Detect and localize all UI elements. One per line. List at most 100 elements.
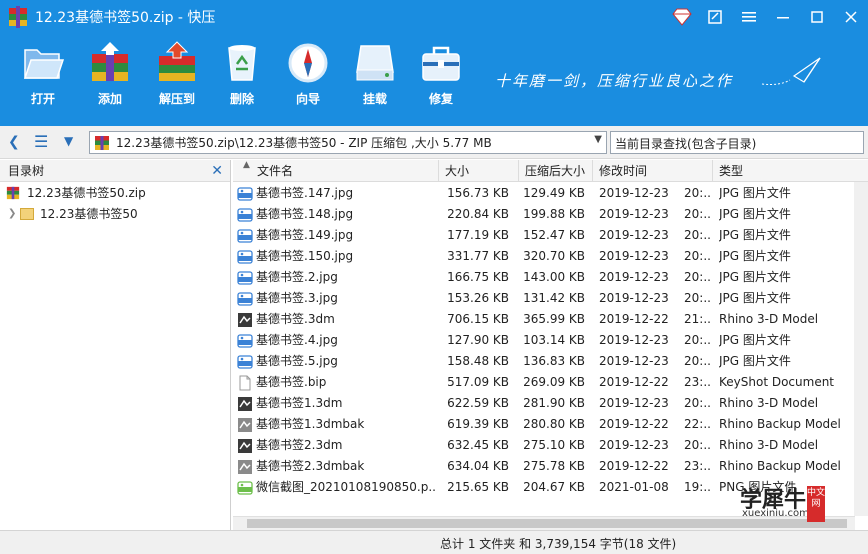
file-modified: 2019-12-23 20:... <box>599 393 711 414</box>
png-file-icon <box>237 480 256 496</box>
file-time: 20:... <box>684 270 711 284</box>
file-name-cell: 基德书签2.3dm <box>237 435 437 456</box>
wizard-button[interactable]: 向导 <box>277 40 339 107</box>
view-dropdown-icon[interactable]: ▼ <box>64 134 73 148</box>
file-name-cell: 基德书签.3.jpg <box>237 288 437 309</box>
scrollbar-thumb[interactable] <box>247 519 847 528</box>
window-title: 12.23基德书签50.zip - 快压 <box>35 10 216 26</box>
jpg-file-icon <box>237 249 256 265</box>
file-size: 634.04 KB <box>447 459 509 473</box>
file-name: 基德书签.150.jpg <box>256 249 354 263</box>
table-row[interactable]: 基德书签.148.jpg 220.84 KB 199.88 KB 2019-12-23… <box>233 204 868 225</box>
file-rows: 基德书签.147.jpg 156.73 KB 129.49 KB 2019-12-23… <box>233 183 868 498</box>
file-name: 基德书签.3.jpg <box>256 291 338 305</box>
file-size: 517.09 KB <box>447 375 509 389</box>
file-compressed-size: 152.47 KB <box>523 228 585 242</box>
path-text: 12.23基德书签50.zip\12.23基德书签50 - ZIP 压缩包 ,大… <box>116 136 492 150</box>
close-button[interactable] <box>834 0 868 34</box>
file-modified: 2019-12-23 20:... <box>599 225 711 246</box>
path-dropdown-icon[interactable]: ▼ <box>594 134 602 145</box>
file-time: 23:... <box>684 459 711 473</box>
path-field[interactable]: 12.23基德书签50.zip\12.23基德书签50 - ZIP 压缩包 ,大… <box>89 131 607 154</box>
file-name-cell: 基德书签.bip <box>237 372 437 393</box>
file-type: Rhino Backup Model <box>719 417 841 431</box>
file-time: 20:... <box>684 249 711 263</box>
archive-add-icon <box>92 42 128 81</box>
table-row[interactable]: 基德书签.bip 517.09 KB 269.09 KB 2019-12-22 23:… <box>233 372 868 393</box>
folder-open-icon <box>23 49 65 79</box>
file-time: 20:... <box>684 228 711 242</box>
tree-item-folder[interactable]: ❯ 12.23基德书签50 <box>0 203 230 224</box>
file-modified: 2019-12-23 20:... <box>599 330 711 351</box>
file-time: 20:... <box>684 186 711 200</box>
file-date: 2019-12-23 <box>599 270 669 284</box>
file-name: 基德书签.147.jpg <box>256 186 354 200</box>
file-type: JPG 图片文件 <box>719 207 791 221</box>
file-type: Rhino Backup Model <box>719 459 841 473</box>
search-input[interactable]: 当前目录查找(包含子目录) <box>610 131 864 154</box>
file-time: 20:... <box>684 354 711 368</box>
view-list-icon[interactable]: ☰ <box>34 132 48 151</box>
table-row[interactable]: 基德书签.147.jpg 156.73 KB 129.49 KB 2019-12-23… <box>233 183 868 204</box>
column-name[interactable]: 文件名 <box>233 160 439 182</box>
column-type[interactable]: 类型 <box>713 160 868 182</box>
vertical-scrollbar[interactable] <box>854 182 868 516</box>
table-row[interactable]: 基德书签.150.jpg 331.77 KB 320.70 KB 2019-12-23… <box>233 246 868 267</box>
minimize-button[interactable] <box>766 0 800 34</box>
file-time: 20:... <box>684 396 711 410</box>
delete-button[interactable]: 删除 <box>211 40 273 107</box>
table-row[interactable]: 基德书签.5.jpg 158.48 KB 136.83 KB 2019-12-23 2… <box>233 351 868 372</box>
file-name-cell: 基德书签1.3dm <box>237 393 437 414</box>
repair-button[interactable]: 修复 <box>410 40 472 107</box>
directory-tree-panel: 目录树 ✕ 12.23基德书签50.zip ❯ 12.23基德书签50 <box>0 160 231 530</box>
file-size: 156.73 KB <box>447 186 509 200</box>
maximize-button[interactable] <box>800 0 834 34</box>
file-date: 2019-12-23 <box>599 207 669 221</box>
open-button[interactable]: 打开 <box>12 40 74 107</box>
table-row[interactable]: 基德书签1.3dm 622.59 KB 281.90 KB 2019-12-23 20… <box>233 393 868 414</box>
vip-diamond-icon[interactable] <box>666 0 698 34</box>
file-date: 2019-12-23 <box>599 186 669 200</box>
file-modified: 2019-12-22 22:... <box>599 414 711 435</box>
file-type: JPG 图片文件 <box>719 270 791 284</box>
table-row[interactable]: 基德书签.149.jpg 177.19 KB 152.47 KB 2019-12-23… <box>233 225 868 246</box>
file-size: 220.84 KB <box>447 207 509 221</box>
table-row[interactable]: 基德书签2.3dmbak 634.04 KB 275.78 KB 2019-12-22… <box>233 456 868 477</box>
file-name-cell: 基德书签.148.jpg <box>237 204 437 225</box>
file-time: 21:... <box>684 312 711 326</box>
file-name-cell: 基德书签.3dm <box>237 309 437 330</box>
tree-title: 目录树 <box>8 164 45 178</box>
main-toolbar: 打开 添加 解压到 删除 向导 挂载 修复 十年磨一剑，压缩行业良心之作 <box>0 34 868 126</box>
back-arrow-icon[interactable]: ❮ <box>8 134 20 150</box>
file-name-cell: 基德书签.2.jpg <box>237 267 437 288</box>
tree-item-root[interactable]: 12.23基德书签50.zip <box>0 182 230 203</box>
close-icon[interactable]: ✕ <box>211 163 223 179</box>
zip-file-icon <box>95 135 109 150</box>
menu-icon[interactable] <box>732 0 766 34</box>
mount-button[interactable]: 挂载 <box>344 40 406 107</box>
column-compressed-size[interactable]: 压缩后大小 <box>519 160 593 182</box>
table-row[interactable]: 基德书签2.3dm 632.45 KB 275.10 KB 2019-12-23 20… <box>233 435 868 456</box>
feedback-icon[interactable] <box>698 0 732 34</box>
table-row[interactable]: 基德书签1.3dmbak 619.39 KB 280.80 KB 2019-12-22… <box>233 414 868 435</box>
file-modified: 2019-12-22 23:... <box>599 456 711 477</box>
file-type: JPG 图片文件 <box>719 249 791 263</box>
folder-icon <box>20 207 34 220</box>
compass-icon <box>288 43 328 83</box>
file-modified: 2019-12-22 23:... <box>599 372 711 393</box>
column-modified[interactable]: 修改时间 <box>593 160 713 182</box>
tree-header: 目录树 ✕ <box>0 160 230 182</box>
file-time: 22:... <box>684 417 711 431</box>
file-size: 177.19 KB <box>447 228 509 242</box>
file-size: 158.48 KB <box>447 354 509 368</box>
table-row[interactable]: 基德书签.3.jpg 153.26 KB 131.42 KB 2019-12-23 2… <box>233 288 868 309</box>
file-date: 2019-12-23 <box>599 291 669 305</box>
table-row[interactable]: 基德书签.2.jpg 166.75 KB 143.00 KB 2019-12-23 2… <box>233 267 868 288</box>
chevron-right-icon[interactable]: ❯ <box>8 208 20 219</box>
table-row[interactable]: 基德书签.3dm 706.15 KB 365.99 KB 2019-12-22 21:… <box>233 309 868 330</box>
column-size[interactable]: 大小 <box>439 160 519 182</box>
table-row[interactable]: 基德书签.4.jpg 127.90 KB 103.14 KB 2019-12-23 2… <box>233 330 868 351</box>
add-button[interactable]: 添加 <box>79 40 141 107</box>
file-compressed-size: 365.99 KB <box>523 312 585 326</box>
extract-to-button[interactable]: 解压到 <box>146 40 208 107</box>
